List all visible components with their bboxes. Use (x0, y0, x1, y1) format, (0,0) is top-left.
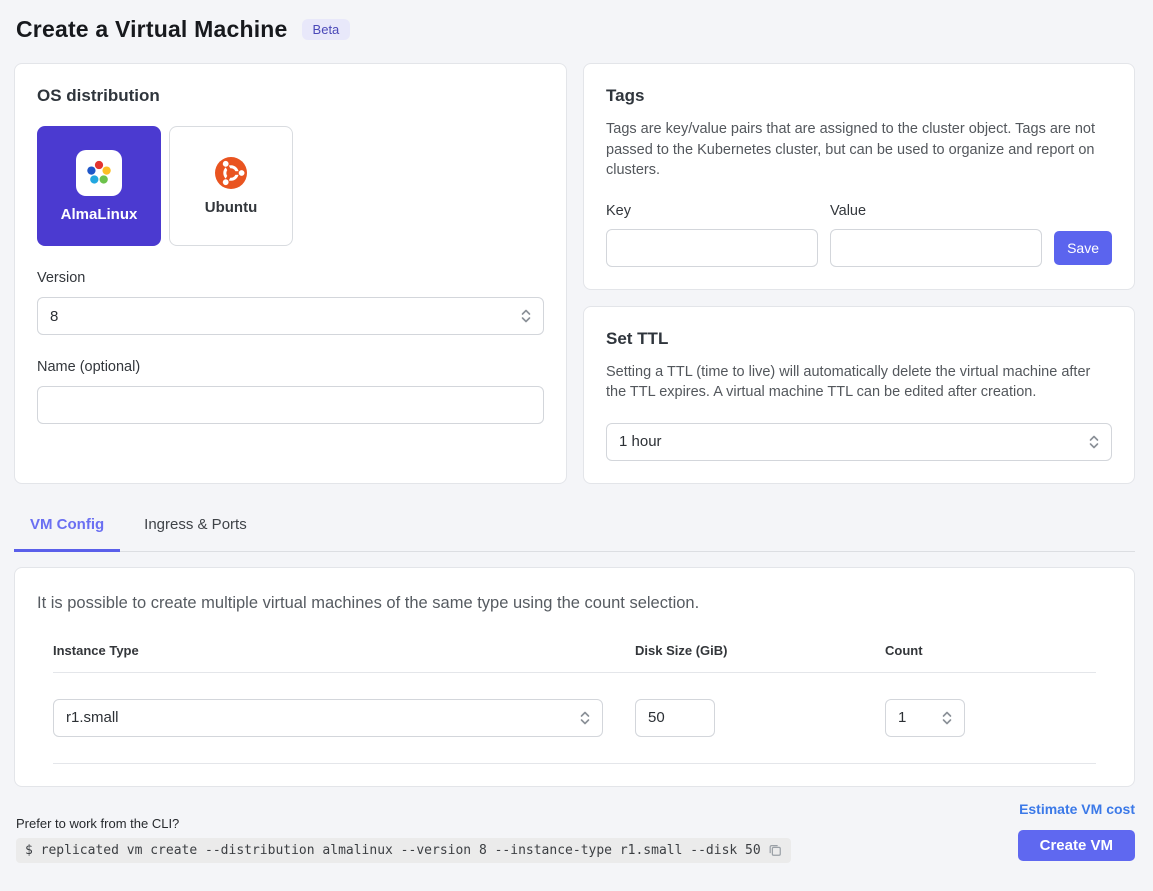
page-footer: Prefer to work from the CLI? $ replicate… (14, 801, 1135, 863)
set-ttl-card: Set TTL Setting a TTL (time to live) wil… (583, 306, 1135, 484)
chevron-up-down-icon (579, 710, 591, 726)
cli-command-chip: $ replicated vm create --distribution al… (16, 838, 791, 863)
os-distribution-card: OS distribution AlmaLinux (14, 63, 567, 484)
count-value: 1 (898, 709, 906, 726)
cli-command-text: $ replicated vm create --distribution al… (25, 843, 761, 858)
count-stepper[interactable]: 1 (885, 699, 965, 737)
instance-type-cell: r1.small (53, 699, 635, 737)
chevron-up-down-icon (1088, 434, 1100, 450)
ttl-card-description: Setting a TTL (time to live) will automa… (606, 362, 1112, 403)
column-disk-size: Disk Size (GiB) (635, 643, 885, 658)
cli-section: Prefer to work from the CLI? $ replicate… (14, 816, 791, 863)
ttl-select[interactable]: 1 hour (606, 423, 1112, 461)
footer-actions: Estimate VM cost Create VM (1018, 801, 1135, 861)
beta-badge: Beta (302, 19, 351, 40)
os-tile-almalinux[interactable]: AlmaLinux (37, 126, 161, 246)
ubuntu-logo-icon (215, 157, 247, 189)
vm-table-row: r1.small 1 (53, 673, 1096, 764)
estimate-vm-cost-link[interactable]: Estimate VM cost (1019, 801, 1135, 817)
name-input[interactable] (37, 386, 544, 424)
tags-card: Tags Tags are key/value pairs that are a… (583, 63, 1135, 290)
tags-card-description: Tags are key/value pairs that are assign… (606, 119, 1112, 181)
count-cell: 1 (885, 699, 1096, 737)
name-label: Name (optional) (37, 359, 544, 375)
tab-vm-config[interactable]: VM Config (14, 512, 120, 552)
os-tiles: AlmaLinux (37, 126, 544, 246)
right-column: Tags Tags are key/value pairs that are a… (583, 63, 1135, 484)
save-tag-button[interactable]: Save (1054, 231, 1112, 265)
almalinux-logo-icon (84, 158, 114, 188)
tab-ingress-ports[interactable]: Ingress & Ports (128, 512, 263, 552)
chevron-up-down-icon (520, 308, 532, 324)
version-field-group: Version 8 (37, 270, 544, 335)
version-select-value: 8 (50, 308, 58, 325)
os-tile-label: Ubuntu (205, 199, 257, 216)
vm-config-description: It is possible to create multiple virtua… (37, 594, 1112, 613)
instance-type-select[interactable]: r1.small (53, 699, 603, 737)
os-card-title: OS distribution (37, 86, 544, 106)
version-label: Version (37, 270, 544, 286)
copy-icon[interactable] (768, 843, 782, 857)
config-tabs: VM Config Ingress & Ports (14, 512, 1135, 552)
page-header: Create a Virtual Machine Beta (16, 16, 1135, 43)
almalinux-iconbox (76, 150, 122, 196)
os-tile-label: AlmaLinux (61, 206, 138, 223)
disk-size-input[interactable] (635, 699, 715, 737)
cli-prompt-label: Prefer to work from the CLI? (16, 816, 791, 831)
ttl-card-title: Set TTL (606, 329, 1112, 349)
column-count: Count (885, 643, 1096, 658)
ttl-select-value: 1 hour (619, 433, 662, 450)
tag-value-input[interactable] (830, 229, 1042, 267)
vm-table: Instance Type Disk Size (GiB) Count r1.s… (37, 643, 1112, 764)
os-tile-ubuntu[interactable]: Ubuntu (169, 126, 293, 246)
column-instance-type: Instance Type (53, 643, 635, 658)
disk-size-cell (635, 699, 885, 737)
instance-type-value: r1.small (66, 709, 119, 726)
tag-key-input[interactable] (606, 229, 818, 267)
tag-key-field-group: Key (606, 203, 818, 267)
vm-config-card: It is possible to create multiple virtua… (14, 567, 1135, 787)
page-title: Create a Virtual Machine (16, 16, 288, 43)
tag-value-label: Value (830, 203, 1042, 219)
chevron-up-down-icon (941, 710, 953, 726)
tag-key-label: Key (606, 203, 818, 219)
tags-card-title: Tags (606, 86, 1112, 106)
tags-key-value-row: Key Value Save (606, 203, 1112, 267)
version-select[interactable]: 8 (37, 297, 544, 335)
vm-table-header: Instance Type Disk Size (GiB) Count (53, 643, 1096, 673)
tag-value-field-group: Value (830, 203, 1042, 267)
create-vm-page: Create a Virtual Machine Beta OS distrib… (0, 0, 1153, 883)
create-vm-button[interactable]: Create VM (1018, 830, 1135, 861)
name-field-group: Name (optional) (37, 359, 544, 424)
top-cards-grid: OS distribution AlmaLinux (14, 63, 1135, 484)
